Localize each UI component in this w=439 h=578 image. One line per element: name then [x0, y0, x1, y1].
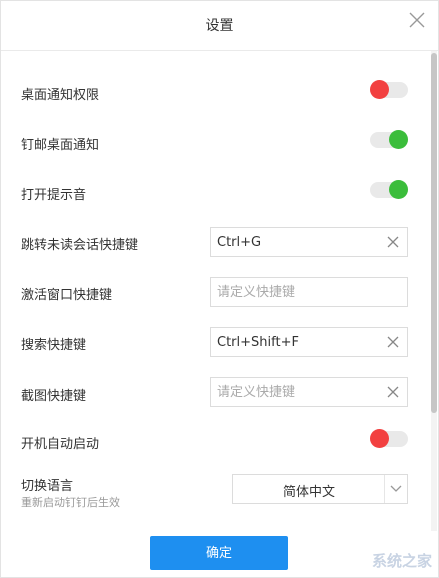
activate-window-label: 激活窗口快捷键 — [21, 288, 113, 303]
language-select[interactable]: 简体中文 — [232, 474, 408, 504]
desktop-notify-toggle[interactable] — [370, 80, 408, 99]
close-icon[interactable] — [408, 11, 426, 29]
confirm-button[interactable]: 确定 — [150, 536, 288, 570]
search-shortcut-field — [210, 327, 408, 357]
select-divider — [384, 475, 385, 503]
dingmail-notify-label: 钉邮桌面通知 — [21, 138, 100, 153]
jump-unread-label: 跳转未读会话快捷键 — [21, 238, 139, 253]
dingmail-notify-toggle[interactable] — [370, 130, 408, 149]
language-selected-value: 简体中文 — [282, 485, 335, 500]
activate-window-field — [210, 277, 408, 307]
clear-icon[interactable] — [386, 235, 400, 249]
chevron-down-icon — [390, 485, 402, 492]
toggle-knob — [370, 429, 389, 448]
clear-icon[interactable] — [386, 335, 400, 349]
autostart-label: 开机自动启动 — [21, 437, 100, 452]
language-label: 切换语言 — [21, 479, 74, 494]
clear-icon[interactable] — [386, 385, 400, 399]
search-shortcut-input[interactable] — [211, 328, 387, 356]
screenshot-shortcut-field — [210, 377, 408, 407]
desktop-notify-label: 桌面通知权限 — [21, 88, 100, 103]
jump-unread-field — [210, 227, 408, 257]
screenshot-shortcut-input[interactable] — [211, 378, 387, 406]
settings-dialog: 设置 桌面通知权限 钉邮桌面通知 打开提示音 跳转未读会话快捷键 激活窗口快捷键… — [0, 0, 439, 578]
scrollbar-thumb[interactable] — [431, 53, 437, 413]
jump-unread-input[interactable] — [211, 228, 387, 256]
toggle-knob — [389, 130, 408, 149]
toggle-knob — [389, 180, 408, 199]
toggle-knob — [370, 80, 389, 99]
screenshot-shortcut-label: 截图快捷键 — [21, 389, 87, 404]
language-note: 重新启动钉钉后生效 — [21, 496, 120, 509]
autostart-toggle[interactable] — [370, 429, 408, 448]
watermark: 系统之家 — [371, 552, 432, 570]
activate-window-input[interactable] — [211, 278, 387, 306]
dialog-title: 设置 — [205, 18, 234, 34]
search-shortcut-label: 搜索快捷键 — [21, 338, 87, 353]
sound-toggle[interactable] — [370, 180, 408, 199]
header-divider — [1, 50, 438, 51]
sound-label: 打开提示音 — [21, 188, 87, 203]
